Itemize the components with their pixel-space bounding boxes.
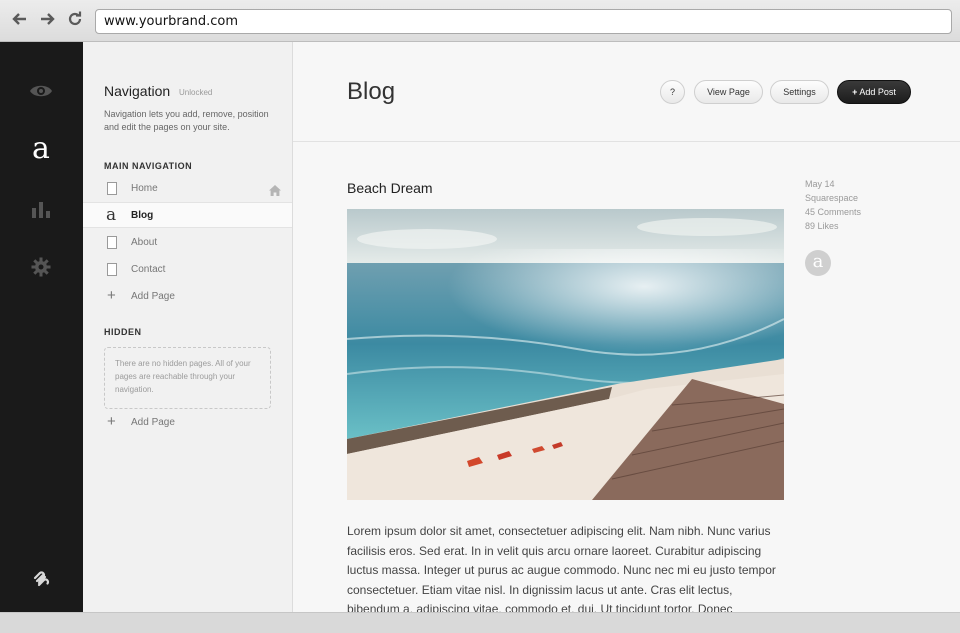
- blog-icon: a: [106, 205, 117, 225]
- forward-arrow-icon[interactable]: [36, 10, 58, 32]
- browser-toolbar: www.yourbrand.com: [0, 0, 960, 42]
- plus-icon: +: [107, 287, 116, 304]
- main-navigation-heading: MAIN NAVIGATION: [104, 161, 193, 171]
- settings-button[interactable]: Settings: [770, 80, 829, 104]
- add-page-button[interactable]: + Add Page: [83, 284, 292, 310]
- eye-icon[interactable]: [26, 76, 56, 106]
- page-icon: [107, 263, 117, 276]
- nav-item-label: Contact: [131, 264, 166, 275]
- app-rail: a: [0, 42, 83, 612]
- url-text: www.yourbrand.com: [104, 14, 239, 29]
- hidden-add-page-button[interactable]: + Add Page: [83, 410, 292, 436]
- nav-item-home[interactable]: Home: [83, 176, 292, 202]
- navigation-description: Navigation lets you add, remove, positio…: [104, 109, 269, 132]
- nav-item-label: Add Page: [131, 291, 175, 302]
- post-title[interactable]: Beach Dream: [347, 180, 433, 196]
- main-content: Blog ? View Page Settings + Add Post Bea…: [293, 42, 960, 612]
- nav-item-label: Home: [131, 183, 158, 194]
- back-arrow-icon[interactable]: [9, 10, 31, 32]
- post-body: Lorem ipsum dolor sit amet, consectetuer…: [347, 524, 776, 612]
- hidden-message: There are no hidden pages. All of your p…: [115, 359, 251, 394]
- nav-item-contact[interactable]: Contact: [83, 257, 292, 283]
- plus-icon: +: [107, 413, 116, 430]
- hidden-heading: HIDDEN: [104, 327, 142, 337]
- navigation-panel: Navigation Unlocked Navigation lets you …: [83, 42, 293, 612]
- add-post-button[interactable]: + Add Post: [837, 80, 911, 104]
- reload-icon[interactable]: [64, 10, 86, 32]
- post-date: May 14: [805, 179, 835, 189]
- page-header: Blog ? View Page Settings + Add Post: [293, 42, 960, 142]
- nav-item-label: Add Page: [131, 417, 175, 428]
- page-title: Blog: [347, 78, 396, 105]
- lock-status[interactable]: Unlocked: [179, 88, 212, 97]
- post-likes[interactable]: 89 Likes: [805, 221, 839, 231]
- address-bar[interactable]: www.yourbrand.com: [95, 9, 952, 34]
- navigation-title: Navigation: [104, 83, 171, 99]
- page-icon: [107, 182, 117, 195]
- nav-item-about[interactable]: About: [83, 230, 292, 256]
- view-page-button[interactable]: View Page: [694, 80, 763, 104]
- help-button[interactable]: ?: [660, 80, 685, 104]
- gear-icon[interactable]: [26, 252, 56, 282]
- post-comments[interactable]: 45 Comments: [805, 207, 861, 217]
- plus-icon: +: [852, 87, 858, 97]
- bar-chart-icon[interactable]: [26, 194, 56, 224]
- squarespace-brand-icon[interactable]: [26, 564, 56, 594]
- home-icon: [269, 183, 281, 201]
- squarespace-logo[interactable]: a: [26, 134, 56, 164]
- add-post-label: Add Post: [859, 87, 896, 97]
- nav-item-label: Blog: [131, 210, 154, 221]
- post-image[interactable]: [347, 209, 784, 500]
- author-avatar[interactable]: a: [805, 250, 831, 276]
- hidden-pages-dropzone: There are no hidden pages. All of your p…: [104, 347, 271, 409]
- window-bottom-bar: [0, 612, 960, 633]
- post-author[interactable]: Squarespace: [805, 193, 858, 203]
- nav-item-blog[interactable]: a Blog: [83, 202, 292, 228]
- page-icon: [107, 236, 117, 249]
- nav-item-label: About: [131, 237, 158, 248]
